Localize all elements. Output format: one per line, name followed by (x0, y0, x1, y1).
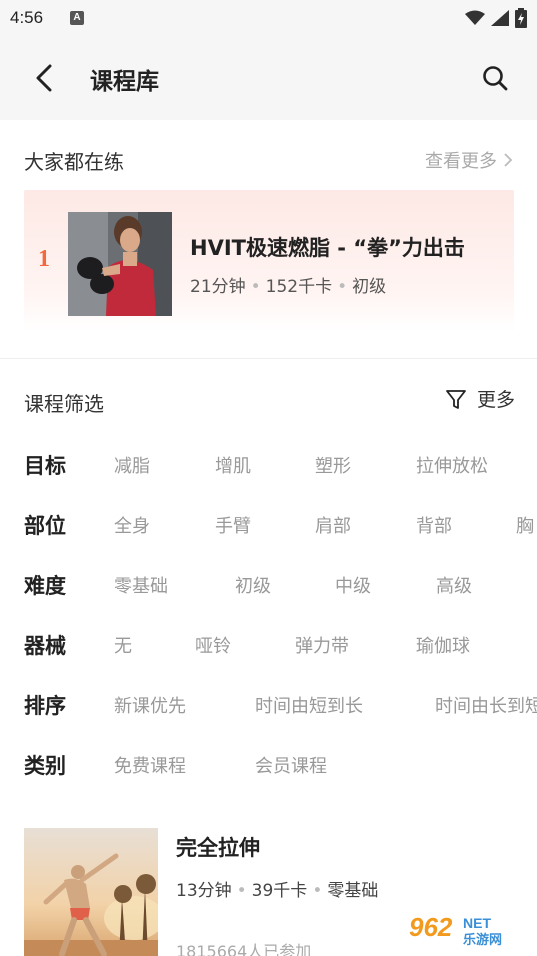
course-duration: 13分钟 (176, 881, 232, 901)
filter-section-title: 课程筛选 (24, 392, 104, 416)
filter-option[interactable]: 哑铃 (195, 632, 231, 658)
course-duration: 21分钟 (190, 277, 246, 297)
filter-row-sort: 排序 新课优先 时间由短到长 时间由长到短 (0, 684, 537, 724)
filter-row-category: 类别 免费课程 会员课程 (0, 744, 537, 784)
filter-option[interactable]: 中级 (335, 572, 371, 598)
filter-label: 难度 (24, 574, 66, 598)
filter-option[interactable]: 减脂 (114, 452, 150, 478)
course-meta: 13分钟 • 39千卡 • 零基础 (176, 876, 378, 901)
separator-dot: • (312, 881, 323, 901)
filter-row-difficulty: 难度 零基础 初级 中级 高级 (0, 564, 537, 604)
filter-option[interactable]: 胸 (516, 512, 534, 538)
boxing-woman-image (68, 212, 172, 316)
featured-course-meta: 21分钟 • 152千卡 • 初级 (190, 272, 386, 297)
filter-label: 目标 (24, 454, 66, 478)
course-level: 初级 (352, 277, 387, 297)
stretching-woman-image (24, 828, 158, 956)
filter-icon (446, 389, 466, 409)
wifi-icon (465, 10, 485, 25)
watermark-logo-image: 962 NET 乐游网 (403, 910, 525, 948)
filter-label: 部位 (24, 514, 66, 538)
filter-option[interactable]: 全身 (114, 512, 150, 538)
filter-option[interactable]: 初级 (235, 572, 271, 598)
back-button[interactable] (26, 60, 62, 96)
filter-option[interactable]: 时间由长到短 (435, 692, 537, 718)
course-name: 完全拉伸 (176, 836, 260, 860)
filter-label: 器械 (24, 634, 66, 658)
filter-option[interactable]: 会员课程 (255, 752, 327, 778)
filter-option[interactable]: 塑形 (315, 452, 351, 478)
course-calories: 152千卡 (265, 277, 333, 297)
section-divider (0, 358, 537, 359)
featured-course-card[interactable]: 1 HVIT极速燃脂 - “拳”力出击 21分钟 • 152千卡 • 初级 (24, 190, 514, 332)
filter-more-label: 更多 (476, 389, 515, 411)
filter-option[interactable]: 拉伸放松 (416, 452, 488, 478)
filter-row-body-part: 部位 全身 手臂 肩部 背部 胸 (0, 504, 537, 544)
featured-course-name: HVIT极速燃脂 - “拳”力出击 (190, 236, 465, 260)
battery-icon (515, 8, 527, 28)
filter-more-button[interactable]: 更多 (445, 385, 515, 412)
app-header: 课程库 (0, 36, 537, 120)
course-calories: 39千卡 (251, 881, 308, 901)
separator-dot: • (337, 277, 348, 297)
filter-label: 排序 (24, 694, 66, 718)
course-thumbnail (68, 212, 172, 316)
chevron-left-icon (36, 64, 52, 92)
popular-section-title: 大家都在练 (24, 150, 124, 174)
filter-option[interactable]: 无 (114, 632, 132, 658)
filter-option[interactable]: 肩部 (315, 512, 351, 538)
chevron-right-icon (504, 153, 513, 167)
view-more-label: 查看更多 (425, 151, 497, 172)
status-bar: 4:56 A (0, 0, 537, 36)
course-participants: 1815664人已参加 (176, 942, 312, 956)
search-icon (483, 66, 508, 91)
separator-dot: • (236, 881, 247, 901)
filter-option[interactable]: 背部 (416, 512, 452, 538)
svg-text:962: 962 (409, 912, 453, 942)
separator-dot: • (250, 277, 261, 297)
view-more-link[interactable]: 查看更多 (425, 147, 513, 173)
search-button[interactable] (477, 60, 513, 96)
filter-option[interactable]: 时间由短到长 (255, 692, 363, 718)
page-title: 课程库 (90, 69, 159, 95)
svg-text:NET: NET (463, 915, 491, 931)
filter-label: 类别 (24, 754, 66, 778)
svg-text:乐游网: 乐游网 (463, 932, 502, 948)
filter-option[interactable]: 手臂 (215, 512, 251, 538)
status-time: 4:56 (10, 8, 44, 27)
rank-number: 1 (38, 246, 50, 272)
filter-row-equipment: 器械 无 哑铃 弹力带 瑜伽球 (0, 624, 537, 664)
status-icons (465, 8, 527, 28)
filter-option[interactable]: 免费课程 (114, 752, 186, 778)
filter-option[interactable]: 瑜伽球 (416, 632, 470, 658)
filter-row-goal: 目标 减脂 增肌 塑形 拉伸放松 (0, 444, 537, 484)
filter-option[interactable]: 新课优先 (114, 692, 186, 718)
filter-option[interactable]: 高级 (436, 572, 472, 598)
filter-option[interactable]: 零基础 (114, 572, 168, 598)
course-level: 零基础 (327, 881, 379, 901)
filter-option[interactable]: 增肌 (215, 452, 251, 478)
notification-icon: A (70, 11, 84, 25)
filter-option[interactable]: 弹力带 (295, 632, 349, 658)
signal-icon (491, 10, 509, 26)
course-thumbnail (24, 828, 158, 956)
site-watermark-logo: 962 NET 乐游网 (401, 906, 527, 952)
